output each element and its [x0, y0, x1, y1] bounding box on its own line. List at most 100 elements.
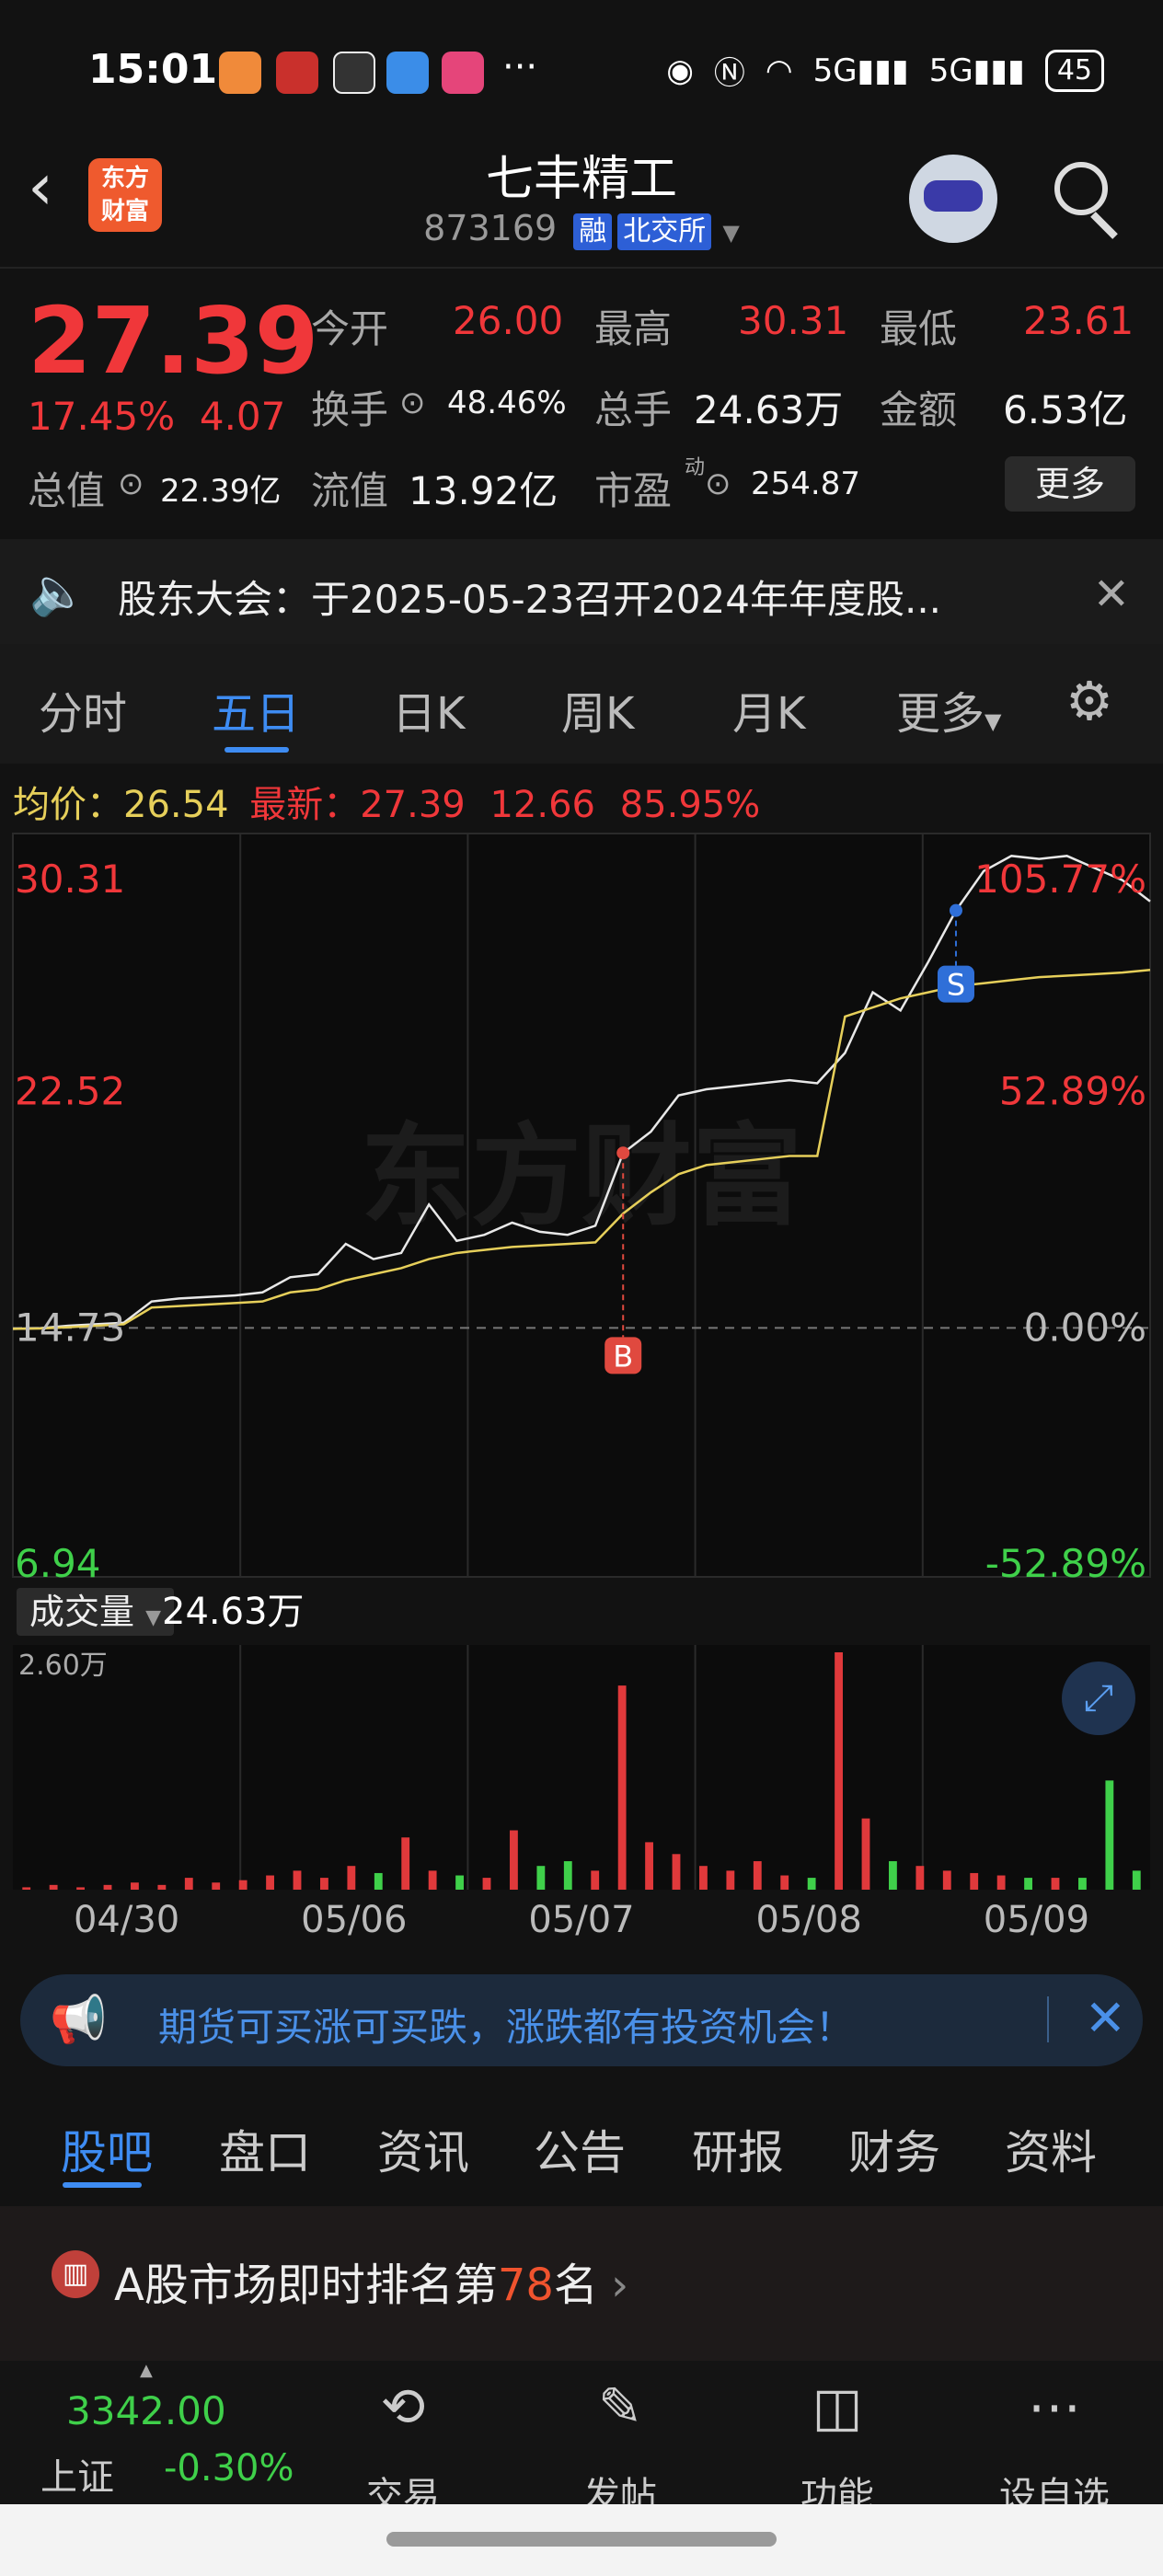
volume-indicator-dropdown[interactable]: 成交量 ▼: [17, 1588, 175, 1636]
open-value: 26.00: [453, 298, 564, 343]
wifi-icon: ◠: [765, 52, 793, 89]
volume-total: 24.63万: [162, 1591, 305, 1633]
volume-bar: [861, 1818, 870, 1890]
index-name[interactable]: 上证: [40, 2447, 114, 2501]
volume-bar: [1132, 1870, 1141, 1890]
five-day-price-chart[interactable]: 东方财富 30.31 105.77% 22.52 52.89% 14.73 0.00% 6.…: [0, 828, 1163, 1582]
volume-label: 成交量: [29, 1592, 135, 1632]
volume-bar: [726, 1870, 735, 1890]
volume-bar: [699, 1866, 708, 1890]
nfc-icon: Ⓝ: [713, 55, 745, 92]
float-label: 流值: [311, 468, 389, 513]
y-tick-right: 105.77%: [974, 857, 1146, 902]
tab-announcements[interactable]: 公告: [534, 2116, 626, 2182]
volume-bar: [591, 1870, 600, 1890]
watermark: 东方财富: [361, 1113, 802, 1241]
notice-text[interactable]: 股东大会：于2025-05-23召开2024年年度股...: [118, 569, 941, 625]
tab-guba[interactable]: 股吧: [61, 2116, 153, 2182]
trade-icon[interactable]: ⟲: [339, 2375, 467, 2438]
tab-daily-k[interactable]: 日K: [392, 677, 465, 742]
info-icon[interactable]: ⊙: [118, 466, 144, 502]
volume-bar: [1105, 1780, 1114, 1890]
volume-bar: [942, 1870, 951, 1890]
change-pct: 17.45%: [28, 394, 176, 439]
tab-profile[interactable]: 资料: [1005, 2116, 1097, 2182]
speaker-icon: 🔈: [29, 565, 87, 618]
tab-intraday[interactable]: 分时: [39, 677, 127, 742]
volume-bar: [49, 1884, 58, 1890]
signal-2: 5G▮▮▮: [928, 52, 1025, 89]
search-icon[interactable]: [1054, 162, 1108, 215]
settings-gear-icon[interactable]: ⚙: [1065, 670, 1113, 732]
volume-bar: [563, 1861, 572, 1890]
marker-dot: [949, 903, 962, 917]
volume-value: 24.63万: [694, 387, 844, 432]
hand-app-icon: [333, 52, 375, 94]
info-change-pct: 85.95%: [619, 784, 761, 826]
amount-value: 6.53亿: [1003, 387, 1128, 432]
last-price: 27.39: [28, 287, 319, 395]
y-tick-right: 0.00%: [1024, 1305, 1146, 1350]
tab-order-book[interactable]: 盘口: [219, 2116, 311, 2182]
bank-app-icon: [276, 52, 318, 94]
close-icon[interactable]: ✕: [1093, 569, 1130, 620]
volume-bar: [970, 1872, 979, 1890]
volume-bar: [76, 1887, 85, 1890]
tab-news[interactable]: 资讯: [377, 2116, 469, 2182]
tab-weekly-k[interactable]: 周K: [561, 677, 634, 742]
tab-finance[interactable]: 财务: [848, 2116, 940, 2182]
more-button[interactable]: 更多: [1005, 456, 1135, 512]
active-tab-underline: [225, 747, 289, 753]
video-app-icon: [442, 52, 484, 94]
more-notifications-icon: ···: [502, 46, 538, 88]
info-icon[interactable]: ⊙: [705, 466, 731, 502]
y-tick-left: 6.94: [15, 1541, 101, 1582]
browser-app-icon: [386, 52, 429, 94]
index-value[interactable]: 3342.00: [66, 2388, 226, 2433]
post-edit-icon[interactable]: ✎: [556, 2375, 685, 2438]
rank-text[interactable]: A股市场即时排名第78名 ›: [114, 2248, 628, 2313]
x-tick-label: 05/07: [528, 1899, 634, 1941]
marker-label: B: [613, 1339, 633, 1374]
rank-suffix: 名: [553, 2260, 598, 2311]
tab-five-day[interactable]: 五日: [212, 677, 300, 742]
info-change: 12.66: [489, 784, 595, 826]
volume-bar: [996, 1875, 1006, 1890]
divider: [0, 267, 1163, 269]
expand-icon[interactable]: ⤢: [1062, 1662, 1135, 1735]
tab-monthly-k[interactable]: 月K: [732, 677, 805, 742]
volume-bar: [22, 1887, 31, 1890]
volume-bar: [1078, 1878, 1087, 1890]
open-label: 今开: [311, 306, 389, 351]
signal-1: 5G▮▮▮: [812, 52, 909, 89]
tab-more[interactable]: 更多▼: [896, 677, 1001, 742]
tab-more-label: 更多: [896, 688, 985, 740]
volume-bar: [238, 1880, 248, 1890]
volume-bar: [374, 1872, 383, 1890]
battery-icon: 45: [1044, 49, 1104, 92]
volume-bar: [645, 1842, 653, 1890]
volume-max-label: 2.60万: [18, 1650, 108, 1682]
add-watchlist-icon[interactable]: ⋯: [990, 2375, 1119, 2438]
volume-bar: [212, 1882, 221, 1890]
x-tick-label: 05/08: [756, 1899, 862, 1941]
volume-bar: [536, 1866, 546, 1890]
volume-bar: [347, 1866, 356, 1890]
caret-down-icon: ▼: [145, 1606, 162, 1629]
amount-label: 金额: [880, 387, 958, 432]
home-indicator[interactable]: [386, 2532, 777, 2547]
tab-research[interactable]: 研报: [692, 2116, 784, 2182]
y-tick-right: 52.89%: [999, 1069, 1146, 1114]
change-row: 17.45% 4.07: [28, 394, 285, 439]
rank-chart-icon: ▥: [52, 2250, 99, 2298]
info-icon[interactable]: ⊙: [399, 385, 426, 421]
pe-label: 市盈: [594, 468, 673, 513]
x-tick-label: 05/09: [984, 1899, 1089, 1941]
marker-label: S: [947, 968, 965, 1003]
pe-value: 254.87: [751, 466, 860, 502]
ad-text[interactable]: 期货可买涨可买跌，涨跌都有投资机会！: [158, 1996, 854, 2053]
ad-close-icon[interactable]: ✕: [1085, 1989, 1126, 2047]
pe-dynamic-mark: 动: [685, 456, 706, 479]
volume-bar: [320, 1878, 328, 1890]
functions-grid-icon[interactable]: ◫: [773, 2375, 902, 2438]
